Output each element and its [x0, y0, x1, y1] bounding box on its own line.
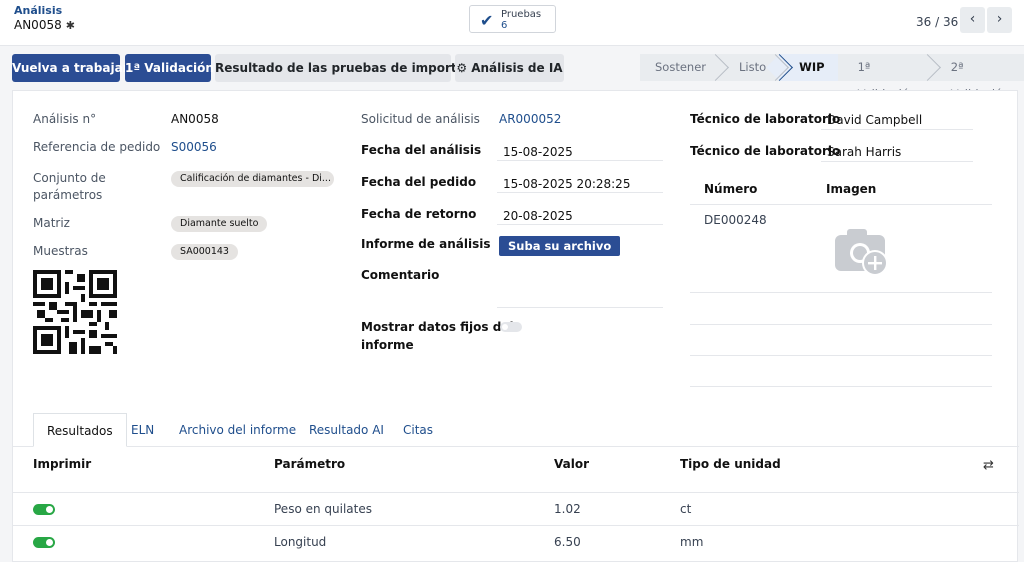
pager-previous-button[interactable]: ‹ — [960, 7, 985, 33]
return-date-underline — [497, 224, 663, 225]
subtable-image-header: Imagen — [826, 182, 877, 196]
col-unit-header[interactable]: Tipo de unidad — [680, 457, 781, 471]
col-value-header[interactable]: Valor — [554, 457, 589, 471]
breadcrumb-current: AN0058 ✱ — [14, 18, 75, 32]
request-label: Solicitud de análisis — [361, 112, 480, 126]
comment-field[interactable] — [497, 307, 663, 308]
status-validation1[interactable]: 1ª Validación — [838, 54, 931, 101]
camera-plus-icon[interactable] — [833, 225, 893, 277]
fixed-data-toggle[interactable] — [500, 322, 522, 332]
subtable-row-divider-3 — [690, 355, 992, 356]
subtable-header-divider — [690, 204, 992, 205]
gear-icon[interactable]: ✱ — [66, 19, 75, 32]
analysis-date-field[interactable]: 15-08-2025 — [503, 145, 573, 159]
order-ref-label: Referencia de pedido — [33, 140, 161, 154]
analysis-no-label: Análisis n° — [33, 112, 97, 126]
notebook-tabs: Resultados ELN Archivo del informe Resul… — [13, 413, 1019, 447]
ai-analysis-label: Análisis de IA — [471, 61, 563, 75]
param-cell: Peso en quilates — [274, 502, 372, 516]
import-results-button[interactable]: Resultado de las pruebas de importación — [215, 54, 493, 82]
optional-columns-icon[interactable]: ⇄ — [983, 458, 994, 473]
toggle-knob — [502, 324, 508, 330]
request-link[interactable]: AR000052 — [499, 112, 561, 126]
tab-resultado-ai[interactable]: Resultado AI — [309, 413, 384, 447]
tech1-underline — [821, 129, 973, 130]
tests-count: 6 — [501, 20, 508, 31]
order-date-field[interactable]: 15-08-2025 20:28:25 — [503, 177, 630, 191]
print-toggle[interactable] — [33, 504, 55, 515]
table-row[interactable]: Longitud 6.50 mm — [13, 525, 1019, 558]
tab-eln[interactable]: ELN — [131, 413, 154, 447]
unit-cell: ct — [680, 502, 692, 516]
control-panel: Análisis AN0058 ✱ ✔ Pruebas 6 36 / 36 ‹ › — [0, 0, 1024, 46]
unit-cell: mm — [680, 535, 704, 549]
col-print-header[interactable]: Imprimir — [33, 457, 91, 471]
samples-tag[interactable]: SA000143 — [171, 244, 238, 260]
pager-value[interactable]: 36 / 36 — [916, 15, 958, 29]
subtable-number-cell[interactable]: DE000248 — [704, 213, 767, 227]
param-set-label: Conjunto de parámetros — [33, 171, 106, 202]
check-icon: ✔ — [480, 11, 494, 30]
tech2-label: Técnico de laboratorio — [690, 144, 841, 158]
breadcrumb-parent-link[interactable]: Análisis — [14, 4, 62, 17]
status-sostener[interactable]: Sostener — [640, 54, 719, 81]
value-cell: 6.50 — [554, 535, 581, 549]
subtable-number-header: Número — [704, 182, 758, 196]
order-date-underline — [497, 192, 663, 193]
tab-resultados[interactable]: Resultados — [33, 413, 127, 447]
tech1-label: Técnico de laboratorio — [690, 112, 841, 126]
report-label: Informe de análisis — [361, 237, 491, 251]
tech1-field[interactable]: David Campbell — [827, 113, 922, 127]
tech2-underline — [821, 161, 973, 162]
param-set-tag[interactable]: Calificación de diamantes - Di... — [171, 171, 334, 187]
analysis-no-value: AN0058 — [171, 112, 219, 126]
tab-archivo-informe[interactable]: Archivo del informe — [179, 413, 296, 447]
matrix-tag[interactable]: Diamante suelto — [171, 216, 268, 232]
samples-label: Muestras — [33, 244, 88, 258]
tests-label: Pruebas — [501, 9, 542, 20]
tab-citas[interactable]: Citas — [403, 413, 433, 447]
matrix-label: Matriz — [33, 216, 70, 230]
tests-smart-button[interactable]: ✔ Pruebas 6 — [469, 5, 556, 33]
subtable-row-divider-1 — [690, 292, 992, 293]
param-cell: Longitud — [274, 535, 327, 549]
order-ref-link[interactable]: S00056 — [171, 140, 217, 154]
table-row[interactable]: Peso en quilates 1.02 ct — [13, 492, 1019, 525]
rework-button[interactable]: Vuelva a trabajar — [12, 54, 129, 82]
comment-label: Comentario — [361, 268, 440, 282]
analysis-date-label: Fecha del análisis — [361, 143, 482, 157]
return-date-field[interactable]: 20-08-2025 — [503, 209, 573, 223]
toggle-knob — [46, 539, 53, 546]
col-param-header[interactable]: Parámetro — [274, 457, 345, 471]
ai-analysis-button[interactable]: ⚙ Análisis de IA — [455, 54, 564, 82]
subtable-row-divider-2 — [690, 324, 992, 325]
fixed-data-label-line1: Mostrar datos fijos del — [361, 320, 514, 334]
print-toggle[interactable] — [33, 537, 55, 548]
order-date-label: Fecha del pedido — [361, 175, 477, 189]
validation1-button[interactable]: 1ª Validación — [125, 54, 214, 82]
pager-next-button[interactable]: › — [987, 7, 1012, 33]
fixed-data-label-line2: informe — [361, 338, 414, 352]
form-sheet: Análisis n° AN0058 Referencia de pedido … — [12, 90, 1019, 562]
return-date-label: Fecha de retorno — [361, 207, 477, 221]
status-bar: Sostener Listo WIP 1ª Validación 2ª Vali… — [640, 54, 1024, 101]
record-name: AN0058 — [14, 18, 62, 32]
tech2-field[interactable]: Sarah Harris — [827, 145, 901, 159]
value-cell: 1.02 — [554, 502, 581, 516]
toggle-knob — [46, 506, 53, 513]
analysis-date-underline — [497, 160, 663, 161]
openai-icon: ⚙ — [456, 61, 468, 75]
qr-code — [33, 270, 117, 354]
subtable-row-divider-4 — [690, 386, 992, 387]
upload-file-button[interactable]: Suba su archivo — [499, 236, 621, 256]
status-validation2[interactable]: 2ª Validación — [931, 54, 1024, 101]
